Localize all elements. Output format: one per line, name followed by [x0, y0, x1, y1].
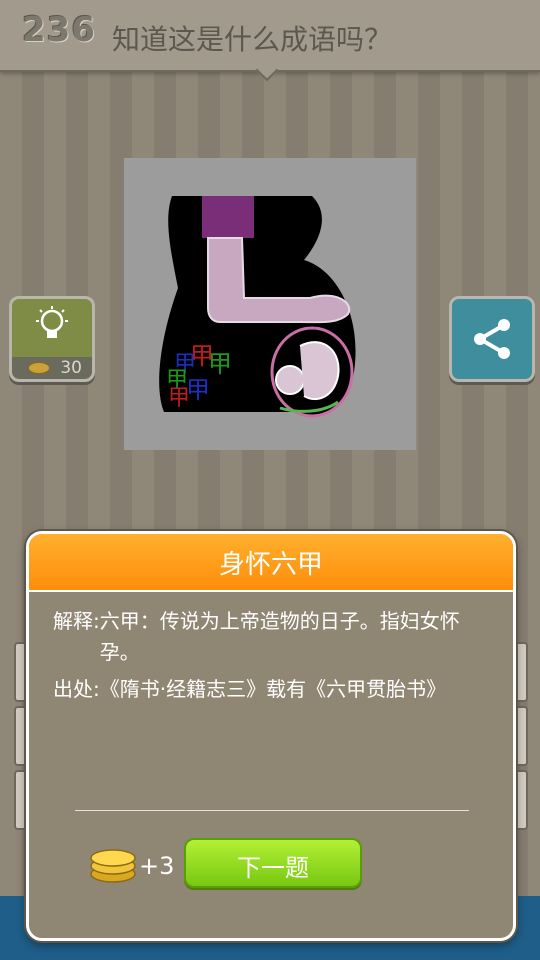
- puzzle-picture: 甲 甲 甲 甲 甲 甲: [124, 158, 416, 450]
- share-icon: [474, 319, 510, 359]
- header-pointer: [255, 58, 279, 82]
- idiom-details: 解释: 六甲：传说为上帝造物的日子。指妇女怀孕。 出处: 《隋书·经籍志三》载有…: [53, 606, 493, 711]
- top-bar: 236 知道这是什么成语吗？: [0, 0, 540, 82]
- lightbulb-icon: [36, 306, 68, 338]
- divider: [75, 810, 469, 811]
- explanation-text: 六甲：传说为上帝造物的日子。指妇女怀孕。: [99, 609, 460, 664]
- explanation-row: 解释: 六甲：传说为上帝造物的日子。指妇女怀孕。: [53, 606, 493, 668]
- question-text: 知道这是什么成语吗？: [112, 23, 393, 56]
- glyph-jia-6: 甲: [168, 386, 191, 411]
- share-button[interactable]: [449, 296, 535, 382]
- glyph-jia-2: 甲: [208, 350, 232, 378]
- next-question-button[interactable]: 下一题: [184, 838, 362, 888]
- dialog-header: 身怀六甲: [29, 534, 513, 592]
- coin-reward: +3: [139, 852, 175, 880]
- explanation-label: 解释:: [53, 609, 100, 633]
- source-label: 出处:: [53, 677, 100, 701]
- idiom-answer: 身怀六甲: [218, 550, 323, 580]
- hint-cost: 30: [60, 358, 82, 378]
- coins-icon: [90, 849, 136, 883]
- hint-button[interactable]: 30: [9, 296, 95, 382]
- next-question-label: 下一题: [237, 854, 309, 882]
- answer-dialog: 身怀六甲 解释: 六甲：传说为上帝造物的日子。指妇女怀孕。 出处: 《隋书·经籍…: [26, 531, 516, 941]
- source-row: 出处: 《隋书·经籍志三》载有《六甲贯胎书》: [53, 674, 493, 705]
- source-text: 《隋书·经籍志三》载有《六甲贯胎书》: [99, 677, 447, 701]
- level-number: 236: [22, 10, 96, 50]
- coin-icon: [28, 362, 50, 374]
